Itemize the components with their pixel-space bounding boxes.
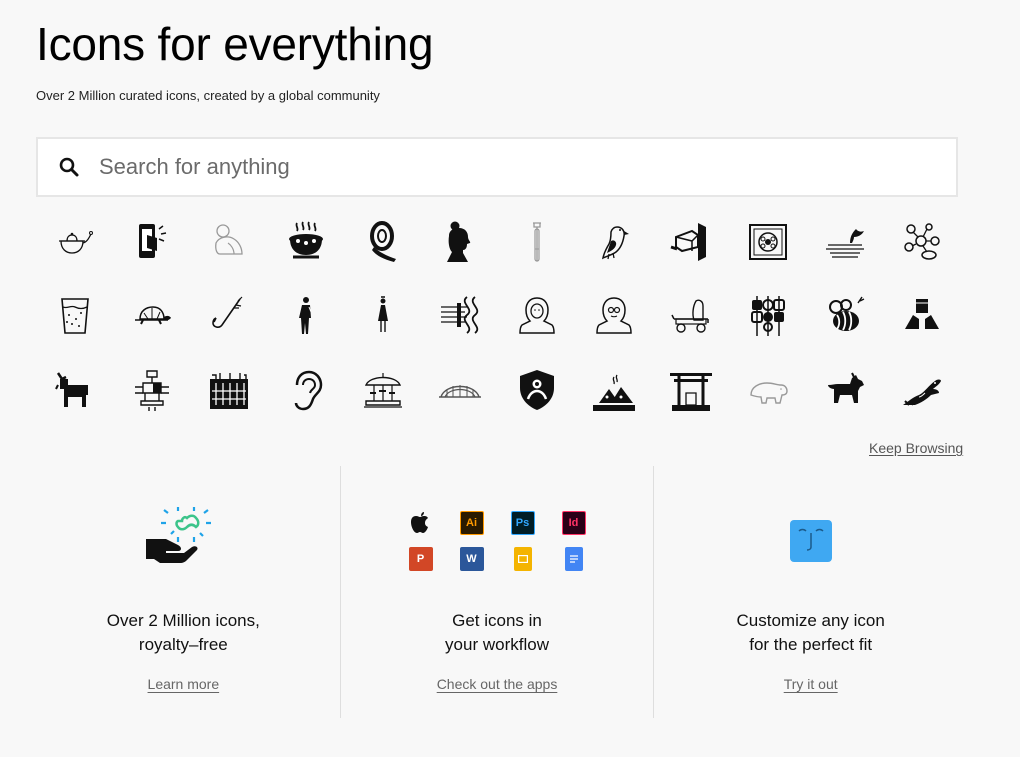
page-subtitle: Over 2 Million curated icons, created by… (36, 88, 380, 103)
feature-title-line-2: royalty–free (138, 635, 228, 654)
photoshop-icon[interactable]: Ps (510, 511, 535, 535)
powerpoint-icon[interactable]: P (408, 547, 433, 571)
apple-icon[interactable] (409, 511, 433, 535)
test-tube-icon[interactable] (498, 205, 575, 279)
man-standing-icon[interactable] (267, 279, 344, 353)
google-docs-icon[interactable] (564, 547, 583, 571)
word-icon[interactable]: W (459, 547, 484, 571)
keep-browsing-link[interactable]: Keep Browsing (869, 440, 963, 456)
google-slides-icon[interactable] (513, 547, 532, 571)
feature-title-line-1: Get icons in (452, 611, 542, 630)
feature-title: Customize any icon for the perfect fit (654, 609, 967, 657)
illustrator-icon[interactable]: Ai (459, 511, 484, 535)
icon-grid (36, 205, 960, 427)
shield-user-icon[interactable] (498, 353, 575, 427)
feature-title-line-2: for the perfect fit (749, 635, 873, 654)
feature-workflow: Ai Ps Id P W Get icons in your workflow (339, 466, 654, 718)
fishing-hook-icon[interactable] (190, 279, 267, 353)
arch-bridge-icon[interactable] (421, 353, 498, 427)
try-it-out-link[interactable]: Try it out (654, 676, 967, 692)
torii-gate-icon[interactable] (652, 353, 729, 427)
cage-icon[interactable] (190, 353, 267, 427)
hijab-woman-icon[interactable] (498, 279, 575, 353)
feature-royalty-free: Over 2 Million icons, royalty–free Learn… (27, 466, 340, 718)
goat-icon[interactable] (36, 353, 113, 427)
ear-icon[interactable] (267, 353, 344, 427)
projector-icon[interactable] (652, 205, 729, 279)
woman-profile-icon[interactable] (421, 205, 498, 279)
glasses-woman-icon[interactable] (575, 279, 652, 353)
holding-box-icon[interactable] (883, 279, 960, 353)
check-out-apps-link[interactable]: Check out the apps (341, 676, 654, 692)
search-bar[interactable] (36, 137, 958, 197)
scottie-dog-icon[interactable] (806, 353, 883, 427)
puffin-icon[interactable] (575, 205, 652, 279)
teapot-icon[interactable] (36, 205, 113, 279)
feature-title: Over 2 Million icons, royalty–free (27, 609, 340, 657)
feature-title: Get icons in your workflow (341, 609, 654, 657)
feature-title-line-1: Over 2 Million icons, (106, 611, 260, 630)
feature-graphic (27, 496, 340, 586)
feature-title-line-1: Customize any icon (736, 611, 885, 630)
gift-bag-icon[interactable] (729, 205, 806, 279)
tape-roll-icon[interactable] (344, 205, 421, 279)
feature-customize: Customize any icon for the perfect fit T… (653, 466, 967, 718)
feature-graphic: Ai Ps Id P W (341, 496, 654, 586)
app-icons-grid: Ai Ps Id P W (408, 511, 586, 571)
bear-icon[interactable] (729, 353, 806, 427)
mobility-cart-icon[interactable] (652, 279, 729, 353)
praying-figure-icon[interactable] (190, 205, 267, 279)
page-title: Icons for everything (36, 18, 434, 70)
skewers-icon[interactable] (729, 279, 806, 353)
carousel-icon[interactable] (344, 353, 421, 427)
search-input[interactable] (99, 154, 919, 180)
dna-diagram-icon[interactable] (421, 279, 498, 353)
indesign-icon[interactable]: Id (561, 511, 586, 535)
customize-face-icon (789, 520, 832, 562)
steaming-pot-icon[interactable] (267, 205, 344, 279)
glass-of-water-icon[interactable] (36, 279, 113, 353)
campfire-tents-icon[interactable] (575, 353, 652, 427)
phone-in-box-icon[interactable] (113, 205, 190, 279)
feature-graphic (654, 496, 967, 586)
learn-more-link[interactable]: Learn more (27, 676, 340, 692)
molecule-icon[interactable] (883, 205, 960, 279)
machine-icon[interactable] (113, 353, 190, 427)
woman-standing-icon[interactable] (344, 279, 421, 353)
feature-title-line-2: your workflow (445, 635, 549, 654)
whale-tail-icon[interactable] (806, 205, 883, 279)
page: Icons for everything Over 2 Million cura… (0, 0, 1020, 757)
hand-with-infinity-icon (146, 507, 212, 563)
crocodile-icon[interactable] (883, 353, 960, 427)
search-icon (59, 157, 79, 177)
features-row: Over 2 Million icons, royalty–free Learn… (27, 466, 967, 718)
bee-icon[interactable] (806, 279, 883, 353)
turtle-icon[interactable] (113, 279, 190, 353)
